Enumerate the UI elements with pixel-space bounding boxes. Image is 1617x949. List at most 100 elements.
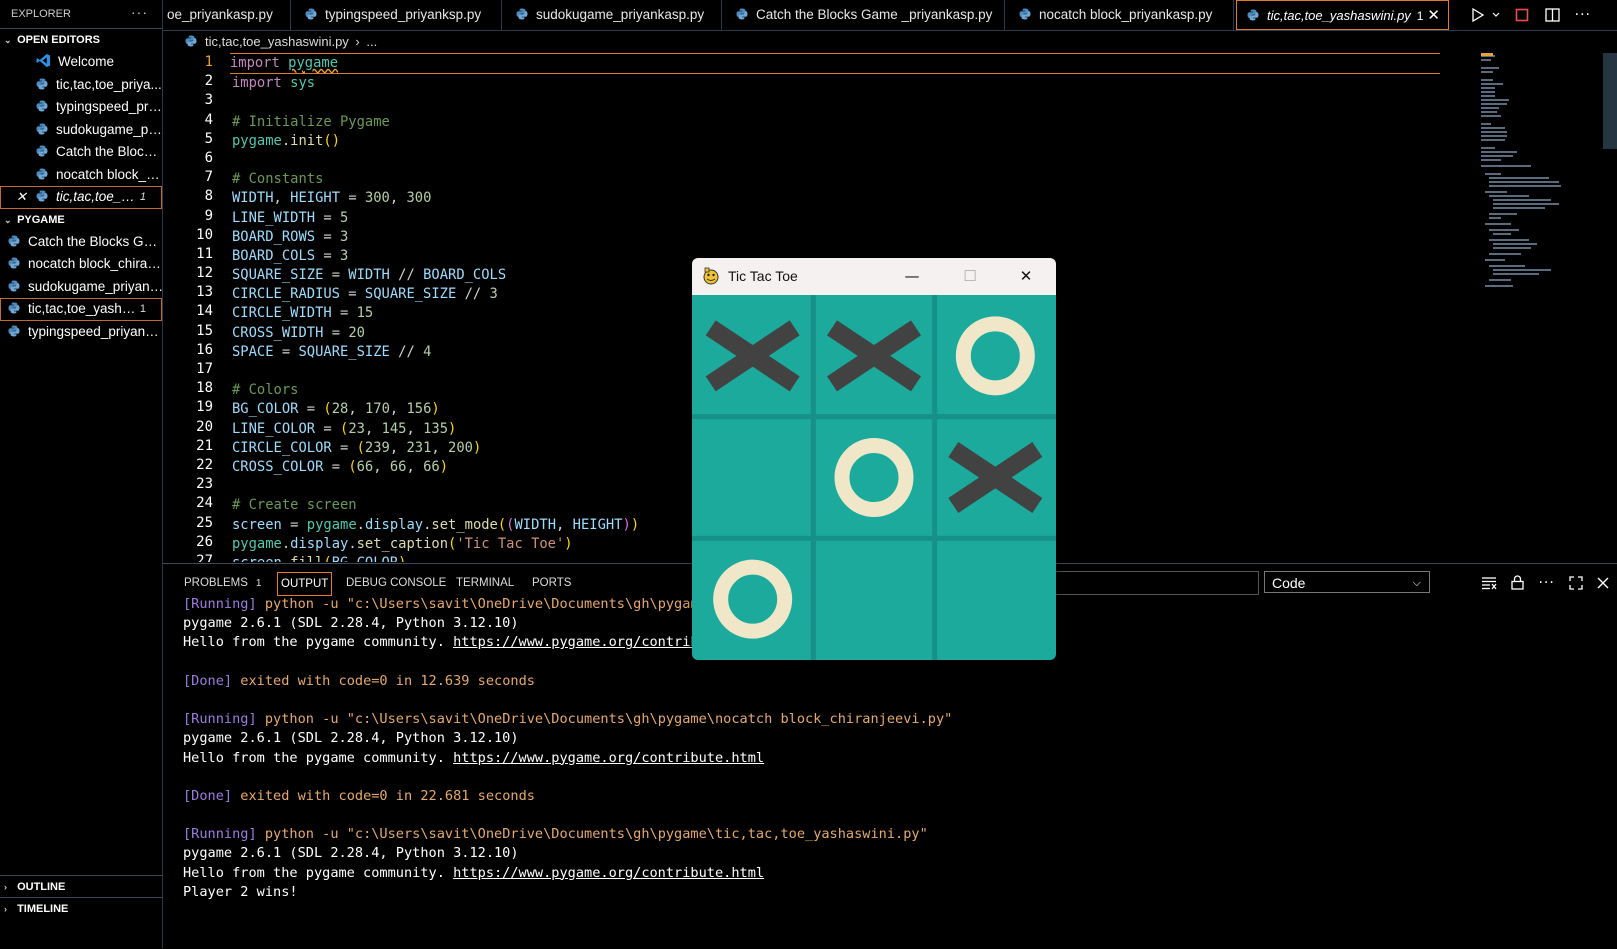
file-item[interactable]: nocatch block_chiranj... xyxy=(0,253,162,276)
code-line[interactable]: WIDTH, HEIGHT = 300, 300 xyxy=(232,189,1440,208)
python-icon xyxy=(8,257,20,269)
game-window[interactable]: Tic Tac Toe — ☐ ✕ xyxy=(692,258,1056,660)
board-cell[interactable] xyxy=(816,420,931,536)
code-line[interactable]: import sys xyxy=(232,74,1440,93)
more-actions-icon[interactable]: ··· xyxy=(1575,7,1591,23)
editor-tab[interactable]: oe_priyankasp.py xyxy=(163,0,291,30)
breadcrumb-file[interactable]: tic,tac,toe_yashaswini.py xyxy=(205,34,349,49)
breadcrumb: tic,tac,toe_yashaswini.py › ... xyxy=(163,31,377,53)
open-editor-active-file[interactable]: ✕ tic,tac,toe_y... 1 xyxy=(0,186,162,209)
file-item[interactable]: sudokugame_priyank... xyxy=(0,276,162,299)
problem-count-badge: 1 xyxy=(255,578,262,589)
code-line[interactable]: # Initialize Pygame xyxy=(232,113,1440,132)
editor-scrollbar[interactable] xyxy=(1603,53,1617,149)
chevron-right-icon: › xyxy=(4,904,7,914)
output-channel-select[interactable]: Code ⌵ xyxy=(1264,571,1430,593)
line-number: 20 xyxy=(196,418,213,435)
file-item-active[interactable]: tic,tac,toe_yashas... 1 xyxy=(0,298,162,321)
close-icon[interactable]: ✕ xyxy=(16,186,27,209)
line-number: 23 xyxy=(196,476,213,493)
line-number: 5 xyxy=(204,130,213,147)
board-cell[interactable] xyxy=(938,298,1053,414)
code-line[interactable] xyxy=(232,93,1440,112)
python-icon xyxy=(516,8,528,20)
line-number: 2 xyxy=(204,73,213,90)
outline-header[interactable]: › OUTLINE xyxy=(0,875,166,898)
open-editor-file[interactable]: sudokugame_pri... xyxy=(0,119,162,142)
python-icon xyxy=(36,190,48,202)
open-editor-file[interactable]: Catch the Blocks... xyxy=(0,141,162,164)
folder-header-pygame[interactable]: ⌄ PYGAME xyxy=(0,209,162,231)
code-line[interactable]: LINE_WIDTH = 5 xyxy=(232,209,1440,228)
problem-count-badge: 1 xyxy=(139,191,146,203)
tab-ports[interactable]: PORTS xyxy=(529,572,574,594)
python-icon xyxy=(36,78,48,89)
board-cell[interactable] xyxy=(695,420,810,536)
tic-tac-toe-board[interactable] xyxy=(692,295,1056,660)
close-tab-icon[interactable]: ✕ xyxy=(1427,1,1440,29)
line-number: 25 xyxy=(196,514,213,531)
open-editor-welcome[interactable]: Welcome xyxy=(0,51,162,74)
board-cell[interactable] xyxy=(816,541,931,657)
tab-debug-console[interactable]: DEBUG CONSOLE xyxy=(343,572,449,594)
line-number: 21 xyxy=(196,437,213,454)
tab-output[interactable]: OUTPUT xyxy=(277,572,333,596)
editor-tab[interactable]: Catch the Blocks Game _priyankasp.py xyxy=(722,0,1005,30)
minimize-button[interactable]: — xyxy=(884,258,940,295)
clear-output-icon[interactable] xyxy=(1481,576,1497,590)
lock-icon[interactable] xyxy=(1511,575,1525,590)
tab-label: tic,tac,toe_yashaswini.py xyxy=(1267,8,1411,23)
problem-count-badge: 1 xyxy=(139,303,146,315)
link[interactable]: https://www.pygame.org/contribute.html xyxy=(453,865,764,881)
stop-icon[interactable] xyxy=(1515,8,1529,22)
file-item[interactable]: typingspeed_priyanks... xyxy=(0,321,162,344)
run-icon[interactable] xyxy=(1471,7,1485,22)
breadcrumb-symbols[interactable]: ... xyxy=(366,34,377,49)
code-line[interactable]: # Constants xyxy=(232,170,1440,189)
line-number: 26 xyxy=(196,533,213,550)
tab-terminal[interactable]: TERMINAL xyxy=(453,572,517,594)
link[interactable]: https://www.pygame.org/contribute xyxy=(453,634,723,650)
board-cell[interactable] xyxy=(695,541,810,657)
output-line: Player 2 wins! xyxy=(183,883,298,900)
tab-label: oe_priyankasp.py xyxy=(167,7,273,22)
line-number-gutter: 1 2 3 4 5 6 7 8 9 10 11 12 13 14 15 16 17 18 19 20 21 22 23 24 2… xyxy=(163,53,213,562)
file-item[interactable]: Catch the Blocks Gam... xyxy=(0,231,162,254)
open-editor-file[interactable]: tic,tac,toe_priya... xyxy=(0,74,162,97)
line-number: 3 xyxy=(204,92,213,109)
tab-problems[interactable]: PROBLEMS 1 xyxy=(181,572,264,594)
python-icon xyxy=(36,168,48,179)
code-line[interactable]: BOARD_ROWS = 3 xyxy=(232,228,1440,247)
open-editor-label: sudokugame_pri... xyxy=(56,121,162,137)
maximize-button[interactable]: ☐ xyxy=(942,258,998,295)
code-line[interactable] xyxy=(232,151,1440,170)
code-line[interactable]: pygame.init() xyxy=(232,132,1440,151)
editor-tab[interactable]: typingspeed_priyanksp.py xyxy=(291,0,502,30)
chevron-down-icon: ⌄ xyxy=(4,35,12,45)
pygame-snake-icon xyxy=(703,267,719,285)
open-editor-file[interactable]: typingspeed_pri... xyxy=(0,96,162,119)
maximize-panel-icon[interactable] xyxy=(1569,575,1583,590)
editor-tab[interactable]: sudokugame_priyankasp.py xyxy=(502,0,722,30)
split-editor-icon[interactable] xyxy=(1544,7,1560,22)
python-icon xyxy=(305,8,317,20)
close-panel-icon[interactable] xyxy=(1597,577,1609,589)
code-line[interactable]: import pygame xyxy=(230,53,1440,75)
board-cell[interactable] xyxy=(938,541,1053,657)
game-titlebar[interactable]: Tic Tac Toe — ☐ ✕ xyxy=(692,258,1056,295)
open-editor-file[interactable]: nocatch block_p... xyxy=(0,164,162,187)
editor-tab-active[interactable]: tic,tac,toe_yashaswini.py 1 ✕ xyxy=(1236,0,1449,30)
close-button[interactable]: ✕ xyxy=(998,258,1054,295)
link[interactable]: https://www.pygame.org/contribute.html xyxy=(453,750,764,766)
editor-tab[interactable]: nocatch block_priyankasp.py xyxy=(1005,0,1234,30)
more-actions-icon[interactable]: ··· xyxy=(131,0,148,26)
more-actions-icon[interactable]: ··· xyxy=(1538,575,1554,591)
timeline-header[interactable]: › TIMELINE xyxy=(0,897,166,920)
open-editors-header[interactable]: ⌄ OPEN EDITORS xyxy=(0,28,162,51)
chevron-down-icon: ⌄ xyxy=(4,214,12,225)
minimap[interactable] xyxy=(1481,53,1591,293)
vscode-icon xyxy=(36,53,51,68)
tab-label: typingspeed_priyanksp.py xyxy=(325,7,482,22)
chevron-down-icon[interactable] xyxy=(1492,8,1500,22)
